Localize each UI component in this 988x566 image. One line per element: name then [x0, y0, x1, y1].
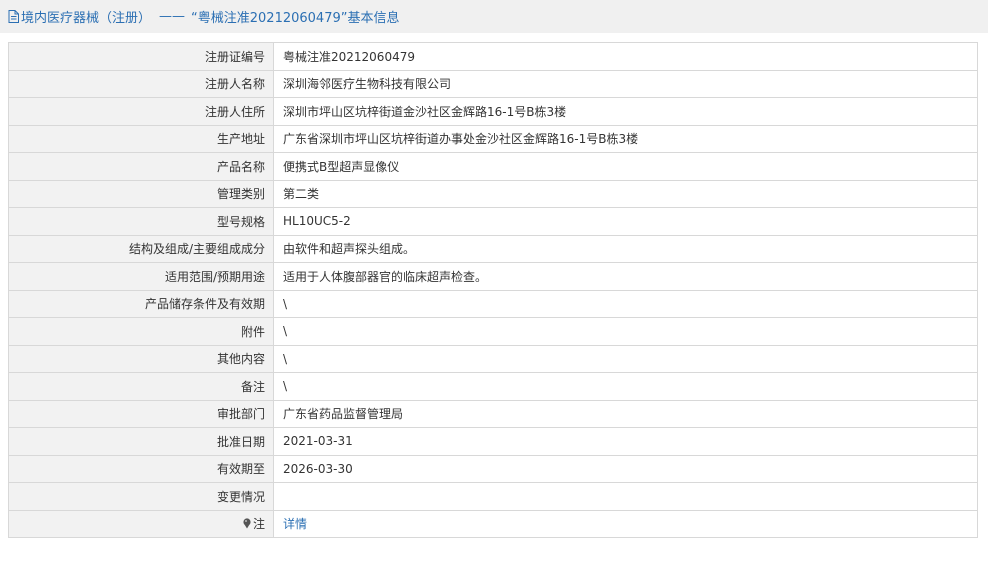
- table-row: 结构及组成/主要组成成分 由软件和超声探头组成。: [8, 234, 978, 263]
- page: 境内医疗器械（注册） —— “粤械注准20212060479”基本信息 注册证编…: [0, 0, 988, 566]
- field-value: \: [273, 289, 978, 318]
- field-value: 2026-03-30: [273, 454, 978, 483]
- category-label: 境内医疗器械（注册）: [21, 11, 152, 26]
- field-label: 注册证编号: [8, 42, 274, 71]
- field-value: [273, 482, 978, 511]
- field-label: 变更情况: [8, 482, 274, 511]
- table-row: 其他内容 \: [8, 344, 978, 373]
- page-title: “粤械注准20212060479”基本信息: [191, 11, 400, 26]
- table-row: 变更情况: [8, 482, 978, 511]
- table-row: 有效期至 2026-03-30: [8, 454, 978, 483]
- field-label: 其他内容: [8, 344, 274, 373]
- title-separator: ——: [159, 9, 186, 24]
- field-value: 由软件和超声探头组成。: [273, 234, 978, 263]
- field-label: 适用范围/预期用途: [8, 262, 274, 291]
- field-label: 附件: [8, 317, 274, 346]
- field-label: 审批部门: [8, 399, 274, 428]
- table-row: 批准日期 2021-03-31: [8, 427, 978, 456]
- info-table-wrap: 注册证编号 粤械注准20212060479 注册人名称 深圳海邻医疗生物科技有限…: [8, 42, 978, 538]
- table-row: 产品储存条件及有效期 \: [8, 289, 978, 318]
- field-label: 注册人住所: [8, 97, 274, 126]
- table-row: 审批部门 广东省药品监督管理局: [8, 399, 978, 428]
- field-label: 管理类别: [8, 179, 274, 208]
- table-row: 注册人名称 深圳海邻医疗生物科技有限公司: [8, 69, 978, 98]
- field-label: 产品名称: [8, 152, 274, 181]
- info-table-body: 注册证编号 粤械注准20212060479 注册人名称 深圳海邻医疗生物科技有限…: [8, 42, 978, 538]
- table-row: 适用范围/预期用途 适用于人体腹部器官的临床超声检查。: [8, 262, 978, 291]
- field-value: 2021-03-31: [273, 427, 978, 456]
- field-value: 深圳海邻医疗生物科技有限公司: [273, 69, 978, 98]
- field-value: 广东省药品监督管理局: [273, 399, 978, 428]
- table-row: 备注 \: [8, 372, 978, 401]
- table-row: 型号规格 HL10UC5-2: [8, 207, 978, 236]
- note-value-cell: 详情: [273, 509, 978, 538]
- field-value: HL10UC5-2: [273, 207, 978, 236]
- info-table: 注册证编号 粤械注准20212060479 注册人名称 深圳海邻医疗生物科技有限…: [8, 42, 978, 538]
- table-row: 产品名称 便携式B型超声显像仪: [8, 152, 978, 181]
- note-row: 注 详情: [8, 509, 978, 538]
- field-value: 适用于人体腹部器官的临床超声检查。: [273, 262, 978, 291]
- field-label: 有效期至: [8, 454, 274, 483]
- table-row: 附件 \: [8, 317, 978, 346]
- field-label: 注册人名称: [8, 69, 274, 98]
- field-label: 备注: [8, 372, 274, 401]
- field-value: 第二类: [273, 179, 978, 208]
- field-label: 批准日期: [8, 427, 274, 456]
- note-label: 注: [252, 517, 265, 532]
- field-value: 深圳市坪山区坑梓街道金沙社区金辉路16-1号B栋3楼: [273, 97, 978, 126]
- field-label: 型号规格: [8, 207, 274, 236]
- field-label: 生产地址: [8, 124, 274, 153]
- field-value: 广东省深圳市坪山区坑梓街道办事处金沙社区金辉路16-1号B栋3楼: [273, 124, 978, 153]
- field-label: 产品储存条件及有效期: [8, 289, 274, 318]
- table-row: 注册人住所 深圳市坪山区坑梓街道金沙社区金辉路16-1号B栋3楼: [8, 97, 978, 126]
- table-row: 生产地址 广东省深圳市坪山区坑梓街道办事处金沙社区金辉路16-1号B栋3楼: [8, 124, 978, 153]
- field-value: \: [273, 344, 978, 373]
- note-label-cell: 注: [8, 509, 274, 538]
- document-icon: [8, 10, 19, 23]
- pin-icon: [242, 518, 252, 529]
- field-label: 结构及组成/主要组成成分: [8, 234, 274, 263]
- table-row: 注册证编号 粤械注准20212060479: [8, 42, 978, 71]
- field-value: \: [273, 317, 978, 346]
- detail-link[interactable]: 详情: [283, 517, 307, 531]
- field-value: 粤械注准20212060479: [273, 42, 978, 71]
- field-value: 便携式B型超声显像仪: [273, 152, 978, 181]
- title-bar: 境内医疗器械（注册） —— “粤械注准20212060479”基本信息: [0, 0, 988, 33]
- field-value: \: [273, 372, 978, 401]
- table-row: 管理类别 第二类: [8, 179, 978, 208]
